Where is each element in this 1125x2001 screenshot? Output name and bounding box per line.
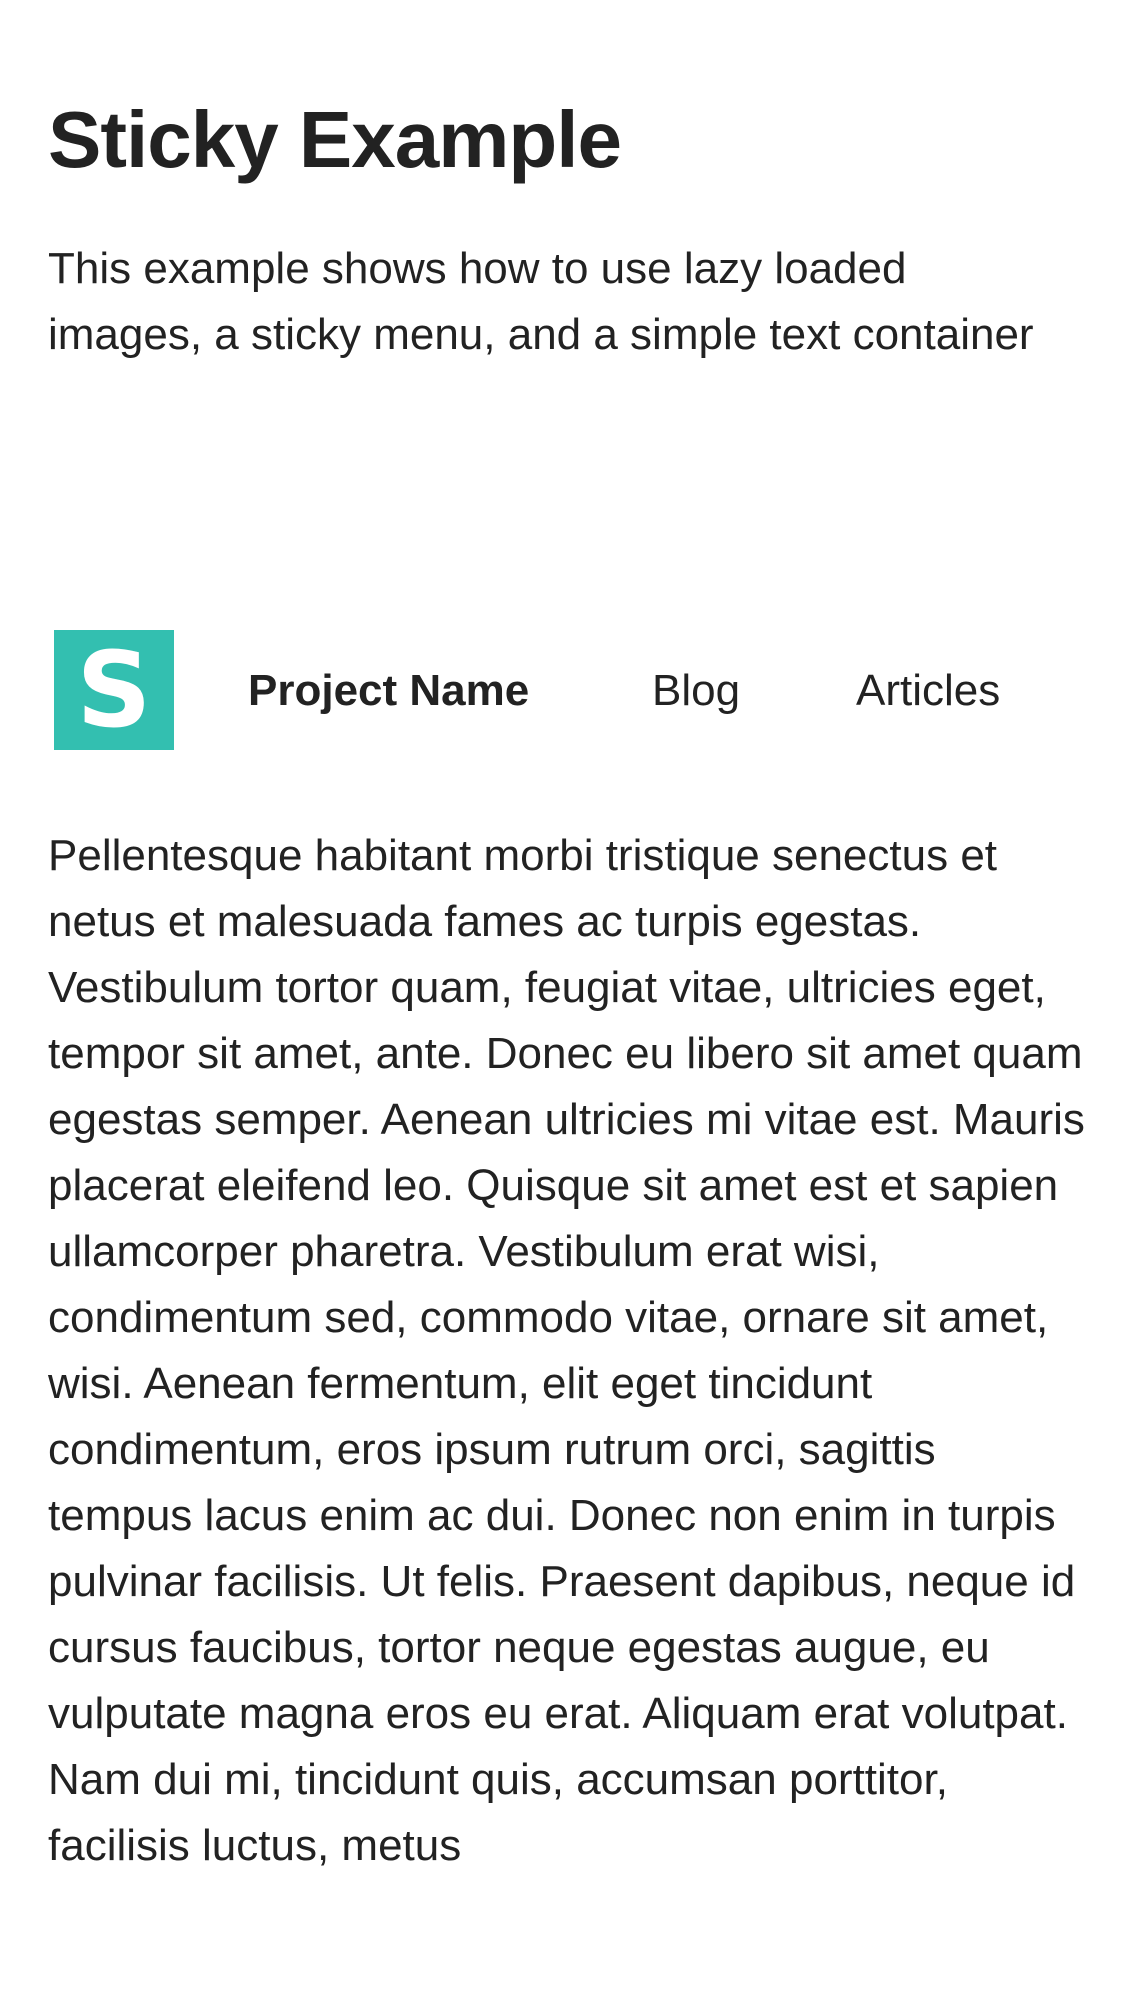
page-title: Sticky Example (48, 95, 622, 184)
page-description: This example shows how to use lazy loade… (48, 244, 1034, 359)
nav-link-project-name[interactable]: Project Name (248, 661, 529, 721)
sticky-menu: S Project Name Blog Articles (0, 630, 1125, 752)
logo-letter: S (76, 629, 152, 751)
nav-link-blog[interactable]: Blog (652, 661, 740, 721)
logo-icon[interactable]: S (54, 630, 174, 750)
nav-link-articles[interactable]: Articles (856, 661, 1000, 721)
text-container: Pellentesque habitant morbi tristique se… (48, 831, 1085, 1870)
